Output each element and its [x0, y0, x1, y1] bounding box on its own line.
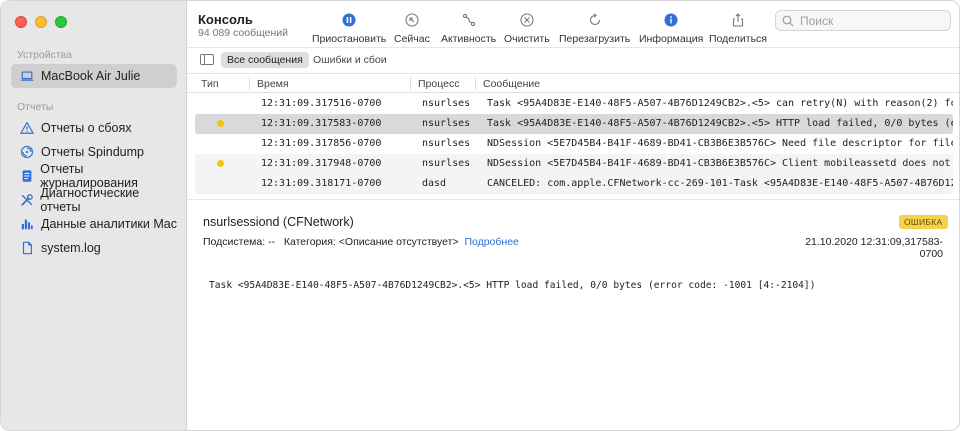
reload-icon — [586, 11, 604, 29]
search-icon — [782, 15, 794, 26]
search-field[interactable]: Поиск — [775, 10, 951, 31]
table-row[interactable]: 12:31:09.318171-0700 dasd CANCELED: com.… — [195, 174, 953, 194]
filter-bar: Все сообщения Ошибки и сбои — [187, 47, 959, 71]
error-badge: ОШИБКА — [899, 215, 948, 229]
activity-icon — [460, 11, 478, 29]
spindump-icon — [19, 144, 35, 160]
row-message: Task <95A4D83E-E140-48F5-A507-4B76D1249C… — [487, 118, 953, 129]
sidebar-item-label: MacBook Air Julie — [41, 69, 141, 83]
row-process: dasd — [422, 178, 447, 189]
pause-button[interactable]: Приостановить — [312, 11, 386, 45]
detail-title: nsurlsessiond (CFNetwork) — [203, 215, 354, 229]
warning-icon — [19, 120, 35, 136]
sidebar-item-label: system.log — [41, 241, 101, 255]
file-icon — [19, 240, 35, 256]
row-time: 12:31:09.317948-0700 — [261, 158, 382, 169]
main-pane: Консоль 94 089 сообщений Приостановить С… — [187, 1, 959, 430]
window-controls — [15, 16, 67, 28]
reload-button[interactable]: Перезагрузить — [559, 11, 630, 45]
details-divider[interactable] — [187, 199, 959, 200]
pause-label: Приостановить — [312, 33, 387, 45]
sidebar-item-label: Данные аналитики Mac — [41, 217, 177, 231]
column-process[interactable]: Процесс — [418, 78, 459, 90]
search-input[interactable]: Поиск — [800, 14, 833, 28]
error-dot-icon — [217, 160, 224, 167]
detail-message: Task <95A4D83E-E140-48F5-A507-4B76D1249C… — [209, 280, 816, 291]
table-row[interactable]: 12:31:09.317856-0700 nsurlsessiond NDSes… — [195, 134, 953, 154]
column-type[interactable]: Тип — [201, 78, 219, 90]
column-separator[interactable] — [475, 77, 476, 90]
column-time[interactable]: Время — [257, 78, 289, 90]
sidebar-item-system-log[interactable]: system.log — [11, 236, 177, 260]
log-document-icon — [19, 168, 34, 184]
row-message: NDSession <5E7D45B4-B41F-4689-BD41-CB3B6… — [487, 138, 953, 149]
table-row[interactable]: 12:31:09.317948-0700 nsurlsessiond NDSes… — [195, 154, 953, 174]
app-title: Консоль — [198, 12, 253, 27]
activity-label: Активность — [441, 33, 497, 45]
row-process: nsurlsessiond — [422, 158, 470, 169]
sidebar-item-label: Отчеты о сбоях — [41, 121, 132, 135]
share-icon — [729, 11, 747, 29]
share-label: Поделиться — [709, 33, 767, 45]
sidebar-item-device[interactable]: MacBook Air Julie — [11, 64, 177, 88]
column-separator[interactable] — [410, 77, 411, 90]
minimize-window-button[interactable] — [35, 16, 47, 28]
sidebar-item-spindump[interactable]: Отчеты Spindump — [11, 140, 177, 164]
activity-button[interactable]: Активность — [441, 11, 496, 45]
column-message[interactable]: Сообщение — [483, 78, 540, 90]
row-process: nsurlsessiond — [422, 118, 470, 129]
clear-label: Очистить — [504, 33, 550, 45]
row-message: CANCELED: com.apple.CFNetwork-cc-269-101… — [487, 178, 953, 189]
message-count: 94 089 сообщений — [198, 27, 288, 39]
category-text: Категория: <Описание отсутствует> — [283, 236, 459, 248]
subsystem-text: Подсистема: -- — [203, 236, 276, 248]
sidebar-item-label: Диагностические отчеты — [40, 186, 140, 214]
bar-chart-icon — [19, 216, 35, 232]
filter-errors-faults[interactable]: Ошибки и сбои — [307, 52, 393, 68]
now-label: Сейчас — [394, 33, 430, 45]
table-header: Тип Время Процесс Сообщение — [187, 73, 959, 93]
filter-all-messages[interactable]: Все сообщения — [221, 52, 309, 68]
row-time: 12:31:09.317856-0700 — [261, 138, 382, 149]
table-row[interactable]: 12:31:09.317516-0700 nsurlsessiond Task … — [195, 94, 953, 114]
sidebar-item-label: Отчеты Spindump — [41, 145, 144, 159]
zoom-window-button[interactable] — [55, 16, 67, 28]
pause-icon — [340, 11, 358, 29]
now-button[interactable]: Сейчас — [394, 11, 430, 45]
row-process: nsurlsessiond — [422, 98, 470, 109]
sidebar-item-diagnostic-reports[interactable]: Диагностические отчеты — [11, 186, 177, 214]
row-process: nsurlsessiond — [422, 138, 470, 149]
tools-icon — [19, 192, 34, 208]
sidebar-item-analytics[interactable]: Данные аналитики Mac — [11, 212, 177, 236]
info-button[interactable]: Информация — [639, 11, 703, 45]
sidebar-toggle-icon[interactable] — [200, 54, 214, 65]
column-separator[interactable] — [249, 77, 250, 90]
sidebar: Устройства MacBook Air Julie Отчеты Отче… — [1, 1, 187, 430]
clear-button[interactable]: Очистить — [504, 11, 550, 45]
reports-header: Отчеты — [17, 101, 54, 113]
console-window: Устройства MacBook Air Julie Отчеты Отче… — [0, 0, 960, 431]
sidebar-item-crash-reports[interactable]: Отчеты о сбоях — [11, 116, 177, 140]
info-label: Информация — [639, 33, 704, 45]
row-time: 12:31:09.318171-0700 — [261, 178, 382, 189]
row-message: Task <95A4D83E-E140-48F5-A507-4B76D1249C… — [487, 98, 953, 109]
clear-icon — [518, 11, 536, 29]
row-time: 12:31:09.317516-0700 — [261, 98, 382, 109]
reload-label: Перезагрузить — [559, 33, 631, 45]
devices-header: Устройства — [17, 49, 72, 61]
now-icon — [403, 11, 421, 29]
row-message: NDSession <5E7D45B4-B41F-4689-BD41-CB3B6… — [487, 158, 953, 169]
laptop-icon — [19, 68, 35, 84]
sidebar-item-log-reports[interactable]: Отчеты журналирования — [11, 162, 177, 190]
detail-date: 21.10.2020 12:31:09,317583-0700 — [805, 236, 943, 260]
info-icon — [662, 11, 680, 29]
close-window-button[interactable] — [15, 16, 27, 28]
detail-meta: Подсистема: -- Категория: <Описание отсу… — [203, 236, 519, 248]
table-row[interactable]: 12:31:09.317583-0700 nsurlsessiond Task … — [195, 114, 953, 134]
error-dot-icon — [217, 120, 224, 127]
row-time: 12:31:09.317583-0700 — [261, 118, 382, 129]
more-info-link[interactable]: Подробнее — [464, 236, 518, 248]
share-button[interactable]: Поделиться — [709, 11, 767, 45]
